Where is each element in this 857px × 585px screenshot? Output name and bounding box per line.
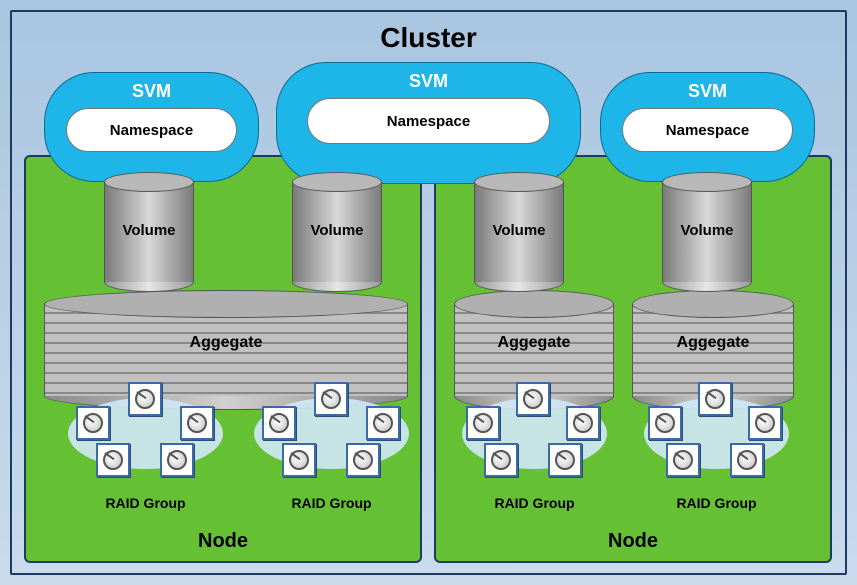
namespace: Namespace: [66, 108, 236, 152]
disk-icon: [566, 406, 600, 440]
svm-3: SVM Namespace: [600, 72, 815, 182]
namespace: Namespace: [622, 108, 792, 152]
svm-2: SVM Namespace: [276, 62, 581, 184]
disk-icon: [698, 382, 732, 416]
disk-icon: [516, 382, 550, 416]
disk-icon: [648, 406, 682, 440]
aggregate-label: Aggegate: [454, 334, 614, 352]
svm-1: SVM Namespace: [44, 72, 259, 182]
raid-group-label: RAID Group: [634, 495, 799, 511]
volume-label: Volume: [662, 222, 752, 239]
disk-icon: [160, 443, 194, 477]
raid-group-label: RAID Group: [452, 495, 617, 511]
disk-icon: [314, 382, 348, 416]
aggregate-label: Aggegate: [632, 334, 794, 352]
disk-icon: [466, 406, 500, 440]
volume-label: Volume: [474, 222, 564, 239]
disk-icon: [730, 443, 764, 477]
disk-icon: [262, 406, 296, 440]
node-label: Node: [26, 530, 420, 553]
disk-icon: [346, 443, 380, 477]
disk-icon: [366, 406, 400, 440]
raid-group-label: RAID Group: [244, 495, 419, 511]
disk-icon: [128, 382, 162, 416]
raid-group-3: RAID Group: [452, 388, 617, 493]
disk-icon: [484, 443, 518, 477]
volume-3: Volume: [474, 172, 564, 292]
disk-icon: [282, 443, 316, 477]
raid-group-1: RAID Group: [58, 388, 233, 493]
disk-icon: [548, 443, 582, 477]
volume-label: Volume: [104, 222, 194, 239]
aggregate-label: Aggegate: [44, 334, 408, 352]
svm-label: SVM: [132, 81, 171, 102]
disk-icon: [666, 443, 700, 477]
svm-label: SVM: [409, 71, 448, 92]
disk-icon: [76, 406, 110, 440]
disk-icon: [180, 406, 214, 440]
raid-group-label: RAID Group: [58, 495, 233, 511]
volume-label: Volume: [292, 222, 382, 239]
volume-1: Volume: [104, 172, 194, 292]
raid-group-4: RAID Group: [634, 388, 799, 493]
disk-icon: [748, 406, 782, 440]
volume-2: Volume: [292, 172, 382, 292]
cluster-title: Cluster: [0, 22, 857, 54]
volume-4: Volume: [662, 172, 752, 292]
raid-group-2: RAID Group: [244, 388, 419, 493]
disk-icon: [96, 443, 130, 477]
svm-label: SVM: [688, 81, 727, 102]
namespace: Namespace: [307, 98, 549, 144]
node-label: Node: [436, 530, 830, 553]
